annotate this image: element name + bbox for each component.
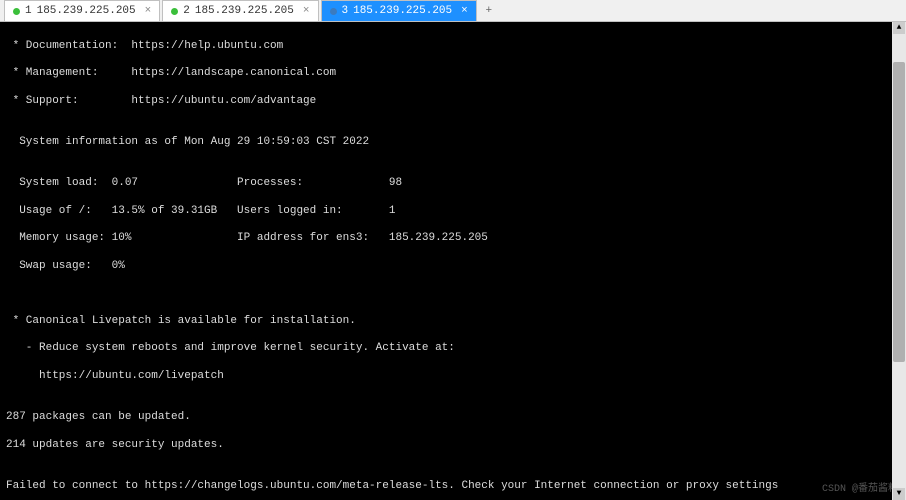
scroll-down-icon[interactable]: ▼: [893, 488, 905, 500]
tab-index: 3: [342, 5, 349, 17]
livepatch-line: * Canonical Livepatch is available for i…: [6, 315, 900, 329]
sysinfo-row: Memory usage: 10% IP address for ens3: 1…: [6, 232, 900, 246]
motd-line: * Management: https://landscape.canonica…: [6, 67, 900, 81]
close-icon[interactable]: ×: [303, 5, 310, 17]
plus-icon: +: [485, 5, 492, 17]
scroll-thumb[interactable]: [893, 62, 905, 362]
updates-line: 287 packages can be updated.: [6, 411, 900, 425]
close-icon[interactable]: ×: [461, 5, 468, 17]
sysinfo-row: Swap usage: 0%: [6, 260, 900, 274]
close-icon[interactable]: ×: [145, 5, 152, 17]
sysinfo-header: System information as of Mon Aug 29 10:5…: [6, 136, 900, 150]
terminal[interactable]: * Documentation: https://help.ubuntu.com…: [0, 22, 906, 500]
motd-line: * Support: https://ubuntu.com/advantage: [6, 95, 900, 109]
sysinfo-row: System load: 0.07 Processes: 98: [6, 177, 900, 191]
tab-3-active[interactable]: 3 185.239.225.205 ×: [321, 0, 477, 21]
tab-title: 185.239.225.205: [37, 5, 136, 17]
fail-line: Failed to connect to https://changelogs.…: [6, 480, 900, 494]
livepatch-line: https://ubuntu.com/livepatch: [6, 370, 900, 384]
motd-line: * Documentation: https://help.ubuntu.com: [6, 40, 900, 54]
status-dot-icon: [330, 8, 337, 15]
scrollbar[interactable]: ▲ ▼: [892, 22, 906, 500]
scroll-up-icon[interactable]: ▲: [893, 22, 905, 34]
status-dot-icon: [13, 8, 20, 15]
tab-index: 1: [25, 5, 32, 17]
tab-title: 185.239.225.205: [353, 5, 452, 17]
new-tab-button[interactable]: +: [479, 0, 499, 21]
sysinfo-row: Usage of /: 13.5% of 39.31GB Users logge…: [6, 205, 900, 219]
tab-title: 185.239.225.205: [195, 5, 294, 17]
status-dot-icon: [171, 8, 178, 15]
tab-1[interactable]: 1 185.239.225.205 ×: [4, 0, 160, 21]
tab-bar: 1 185.239.225.205 × 2 185.239.225.205 × …: [0, 0, 906, 22]
watermark: CSDN @番茄酱料: [822, 484, 898, 497]
tab-2[interactable]: 2 185.239.225.205 ×: [162, 0, 318, 21]
updates-line: 214 updates are security updates.: [6, 439, 900, 453]
tab-index: 2: [183, 5, 190, 17]
livepatch-line: - Reduce system reboots and improve kern…: [6, 342, 900, 356]
